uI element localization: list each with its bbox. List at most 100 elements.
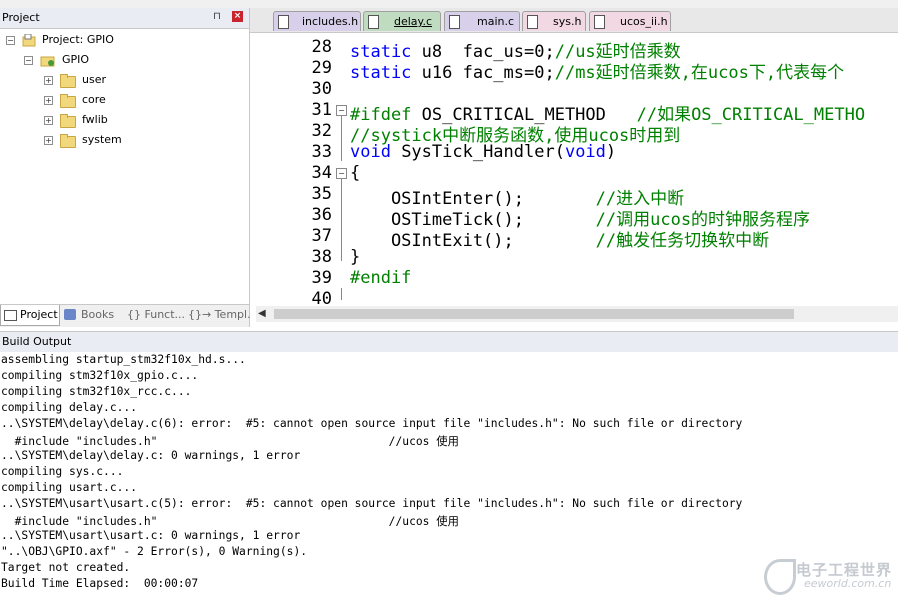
output-line: #include "includes.h" //ucos 使用 <box>1 435 459 448</box>
line-number: 30 <box>311 79 332 99</box>
tree-group-label: core <box>82 93 106 106</box>
comment: //触发任务切换软中断 <box>595 231 770 251</box>
tree-root-label: Project: GPIO <box>42 33 114 46</box>
keyword: void <box>564 142 606 162</box>
project-tab-icon <box>4 310 17 321</box>
tab-label: {}→ Templ... <box>188 308 258 321</box>
fold-collapse-icon[interactable]: − <box>336 168 347 179</box>
target-icon <box>40 54 56 67</box>
code-text: OSIntExit(); <box>350 231 596 251</box>
tree-group-core[interactable]: + core <box>0 92 249 110</box>
tab-books[interactable]: Books <box>62 305 120 325</box>
line-number: 39 <box>311 268 332 288</box>
expand-icon[interactable]: + <box>44 136 53 145</box>
tab-project[interactable]: Project <box>0 305 60 326</box>
file-icon <box>527 15 538 29</box>
project-panel: Project ⊓ × − Project: GPIO − GPIO + use… <box>0 8 258 327</box>
output-line: Build Time Elapsed: 00:00:07 <box>1 577 199 590</box>
tree-group-system[interactable]: + system <box>0 132 249 150</box>
file-tab-bar: includes.h delay.c main.c sys.h ucos_ii.… <box>250 8 898 33</box>
fold-guide <box>341 116 342 161</box>
line-number: 29 <box>311 58 332 78</box>
output-line: Target not created. <box>1 561 131 574</box>
line-number: 32 <box>311 121 332 141</box>
output-line: ..\SYSTEM\usart\usart.c: 0 warnings, 1 e… <box>1 529 301 542</box>
watermark-mark <box>764 559 796 595</box>
project-panel-tabs: Project Books {} Funct... {}→ Templ... <box>0 304 258 327</box>
project-panel-header: Project ⊓ × <box>0 8 249 29</box>
file-icon <box>594 15 605 29</box>
output-line: compiling stm32f10x_gpio.c... <box>1 369 199 382</box>
output-line: ..\SYSTEM\delay\delay.c: 0 warnings, 1 e… <box>1 449 301 462</box>
tab-label: main.c <box>477 15 515 28</box>
output-line: compiling stm32f10x_rcc.c... <box>1 385 192 398</box>
tab-sys-h[interactable]: sys.h <box>522 11 586 31</box>
file-icon <box>278 15 289 29</box>
code-line-33[interactable]: void SysTick_Handler(void) <box>350 142 616 162</box>
line-number: 33 <box>311 142 332 162</box>
tab-ucos-ii-h[interactable]: ucos_ii.h <box>589 11 671 31</box>
line-number: 36 <box>311 205 332 225</box>
preprocessor: #endif <box>350 268 412 288</box>
tab-label: Books <box>81 308 115 321</box>
collapse-icon[interactable]: − <box>24 56 33 65</box>
tab-templates[interactable]: {}→ Templ... <box>185 305 258 325</box>
expand-icon[interactable]: + <box>44 116 53 125</box>
folder-icon <box>60 94 76 108</box>
keyword: void <box>350 142 391 162</box>
scroll-left-icon[interactable]: ◀ <box>258 308 266 319</box>
line-number: 37 <box>311 226 332 246</box>
tree-target-gpio[interactable]: − GPIO <box>0 52 249 70</box>
output-line: compiling usart.c... <box>1 481 138 494</box>
tree-group-fwlib[interactable]: + fwlib <box>0 112 249 130</box>
fold-collapse-icon[interactable]: − <box>336 105 347 116</box>
tree-root-project[interactable]: − Project: GPIO <box>0 32 249 50</box>
code-text: { <box>350 163 361 183</box>
output-line: #include "includes.h" //ucos 使用 <box>1 515 459 528</box>
output-line: ..\SYSTEM\usart\usart.c(5): error: #5: c… <box>1 497 743 510</box>
folder-icon <box>60 114 76 128</box>
watermark-en: eeworld.com.cn <box>804 577 892 590</box>
close-icon[interactable]: × <box>232 11 243 22</box>
tab-functions[interactable]: {} Funct... <box>124 305 185 325</box>
code-text: } <box>350 247 361 267</box>
code-text: SysTick_Handler( <box>390 142 565 162</box>
code-line-29[interactable]: static u16 fac_ms=0;//ms延时倍乘数,在ucos下,代表每… <box>350 58 844 83</box>
tab-includes-h[interactable]: includes.h <box>273 11 361 31</box>
output-line: compiling sys.c... <box>1 465 124 478</box>
tree-target-label: GPIO <box>62 53 90 66</box>
tab-delay-c[interactable]: delay.c <box>363 11 441 31</box>
tab-label: delay.c <box>394 15 433 28</box>
folder-icon <box>60 74 76 88</box>
output-line: compiling delay.c... <box>1 401 138 414</box>
fold-guide <box>341 179 342 261</box>
fold-guide <box>341 288 342 300</box>
project-panel-title: Project <box>2 11 40 24</box>
code-editor: includes.h delay.c main.c sys.h ucos_ii.… <box>250 8 898 327</box>
code-line-39[interactable]: #endif <box>350 268 411 288</box>
tab-label: includes.h <box>302 15 359 28</box>
expand-icon[interactable]: + <box>44 76 53 85</box>
horizontal-scrollbar[interactable]: ◀ <box>256 306 898 322</box>
file-icon <box>449 15 460 29</box>
books-icon <box>64 309 76 320</box>
code-text: u16 fac_ms=0; <box>411 63 555 83</box>
scrollbar-thumb[interactable] <box>274 309 794 319</box>
code-line-38[interactable]: } <box>350 247 360 267</box>
pin-icon[interactable]: ⊓ <box>213 11 221 22</box>
line-number: 38 <box>311 247 332 267</box>
code-line-37[interactable]: OSIntExit(); //触发任务切换软中断 <box>350 226 769 251</box>
output-line: ..\SYSTEM\delay\delay.c(6): error: #5: c… <box>1 417 743 430</box>
collapse-icon[interactable]: − <box>6 36 15 45</box>
tab-label: Project <box>20 308 58 321</box>
tree-group-label: system <box>82 133 122 146</box>
tree-group-label: user <box>82 73 106 86</box>
tab-main-c[interactable]: main.c <box>444 11 520 31</box>
line-number: 35 <box>311 184 332 204</box>
tree-group-label: fwlib <box>82 113 108 126</box>
expand-icon[interactable]: + <box>44 96 53 105</box>
code-text: ) <box>605 142 617 162</box>
output-line: "..\OBJ\GPIO.axf" - 2 Error(s), 0 Warnin… <box>1 545 308 558</box>
code-line-34[interactable]: { <box>350 163 360 183</box>
tree-group-user[interactable]: + user <box>0 72 249 90</box>
